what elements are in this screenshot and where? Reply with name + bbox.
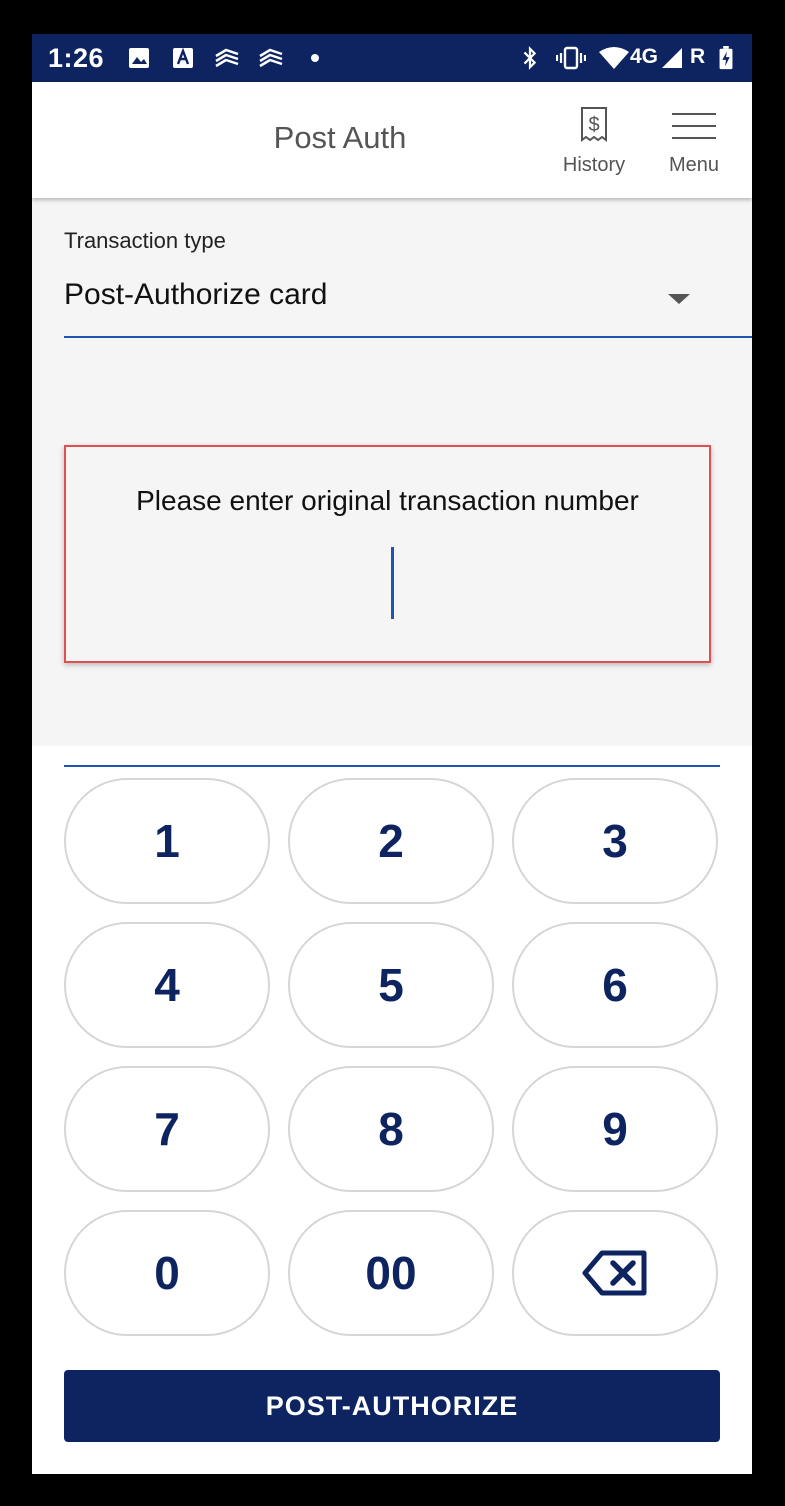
menu-button[interactable]: Menu — [662, 106, 726, 177]
transaction-type-label: Transaction type — [64, 228, 226, 253]
key-3[interactable]: 3 — [512, 778, 718, 904]
history-label: History — [562, 154, 626, 176]
hamburger-menu-icon — [672, 113, 716, 139]
key-2[interactable]: 2 — [288, 778, 494, 904]
transaction-type-dropdown[interactable]: Post-Authorize card — [64, 270, 752, 338]
transaction-number-prompt: Please enter original transaction number — [136, 485, 639, 516]
roaming-label: R — [690, 45, 706, 68]
transaction-type-value: Post-Authorize card — [64, 278, 328, 311]
app-bar: Post Auth $ History Menu — [32, 82, 752, 198]
status-bar: 1:26 4G R — [32, 34, 752, 82]
network-type-label: 4G — [630, 45, 659, 68]
key-00[interactable]: 00 — [288, 1210, 494, 1336]
device-screen: 1:26 4G R Post Auth $ History Menu Trans… — [32, 34, 752, 1474]
signal-icon — [662, 48, 682, 68]
transaction-form: Transaction type Post-Authorize card Ple… — [32, 198, 752, 767]
key-4[interactable]: 4 — [64, 922, 270, 1048]
dropdown-arrow-icon — [668, 294, 690, 304]
history-button[interactable]: $ History — [556, 106, 632, 177]
key-9[interactable]: 9 — [512, 1066, 718, 1192]
key-5[interactable]: 5 — [288, 922, 494, 1048]
bank-icon — [215, 48, 239, 68]
key-0[interactable]: 0 — [64, 1210, 270, 1336]
key-7[interactable]: 7 — [64, 1066, 270, 1192]
vibrate-icon — [556, 46, 586, 70]
backspace-icon — [582, 1250, 647, 1296]
post-authorize-button[interactable]: POST-AUTHORIZE — [64, 1370, 720, 1442]
text-app-icon — [173, 47, 193, 68]
text-cursor — [391, 547, 394, 619]
dot-icon — [311, 54, 319, 62]
transaction-number-entry[interactable]: Please enter original transaction number — [64, 445, 711, 663]
image-icon — [129, 48, 149, 68]
bluetooth-icon — [523, 46, 537, 70]
key-6[interactable]: 6 — [512, 922, 718, 1048]
svg-text:$: $ — [588, 114, 599, 136]
receipt-icon: $ — [581, 107, 607, 142]
status-time: 1:26 — [48, 43, 105, 73]
input-underline — [64, 765, 720, 767]
bank-icon — [259, 48, 283, 68]
battery-charging-icon — [719, 46, 733, 70]
key-1[interactable]: 1 — [64, 778, 270, 904]
key-8[interactable]: 8 — [288, 1066, 494, 1192]
backspace-button[interactable] — [512, 1210, 718, 1336]
menu-label: Menu — [668, 154, 720, 176]
wifi-icon — [599, 47, 629, 69]
